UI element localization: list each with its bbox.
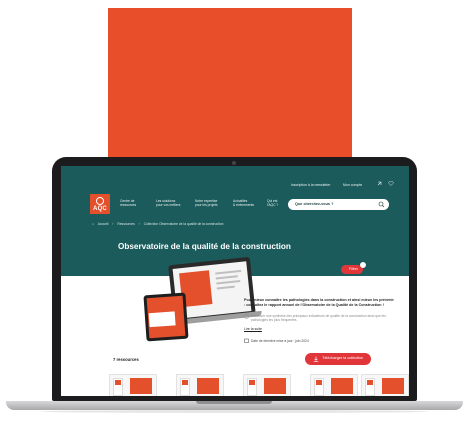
newsletter-link[interactable]: Inscription à la newsletter: [291, 183, 331, 187]
resource-card[interactable]: [176, 374, 224, 396]
breadcrumb-separator: ›: [138, 222, 140, 226]
intro-text: Pour mieux connaître les pathologies dan…: [244, 298, 394, 307]
illustration-line: [215, 269, 242, 275]
nav-item-about[interactable]: Qui est l'AQC ?: [267, 199, 278, 207]
resource-cover: [247, 378, 257, 396]
resource-card[interactable]: [243, 374, 291, 396]
account-link[interactable]: Mon compte: [343, 183, 362, 187]
home-icon[interactable]: ⌂: [92, 222, 94, 226]
intro-detail: Découvrir une synthèse des principaux in…: [251, 314, 386, 323]
page-title: Observatoire de la qualité de la constru…: [118, 242, 291, 251]
breadcrumb-resources[interactable]: Ressources: [117, 222, 134, 226]
last-updated: Date de dernière mise à jour : juin 2024: [251, 339, 309, 343]
breadcrumb: ⌂ Accueil › Ressources › Collection Obse…: [92, 222, 226, 226]
resource-cover: [314, 378, 324, 396]
resource-cover: [365, 378, 375, 396]
laptop-notch: [196, 401, 272, 404]
calendar-icon: [244, 338, 249, 343]
logo-text: AQC: [93, 206, 107, 212]
download-icon: [313, 356, 319, 362]
tablet-white-block: [148, 311, 176, 328]
resource-card[interactable]: [109, 374, 157, 396]
search-icon[interactable]: [378, 201, 385, 208]
laptop-base: [0, 401, 469, 414]
nav-item-news[interactable]: Actualités & événements: [233, 199, 254, 207]
resource-preview: [130, 378, 152, 394]
breadcrumb-current: Collection Observatoire de la qualité de…: [143, 222, 224, 226]
resource-cover: [113, 378, 123, 396]
laptop-screen: Inscription à la newsletter Mon compte A…: [61, 166, 409, 396]
breadcrumb-separator: ›: [112, 222, 114, 226]
external-link-icon[interactable]: [377, 181, 383, 186]
resource-card[interactable]: [310, 374, 358, 396]
illustration-line: [216, 285, 235, 290]
illustration-line: [216, 280, 241, 285]
filter-badge: [360, 262, 366, 268]
resource-preview: [331, 378, 353, 394]
search-placeholder: Que cherchez-vous ?: [295, 202, 334, 206]
download-label: Télécharger la collection: [322, 356, 364, 360]
breadcrumb-home[interactable]: Accueil: [98, 222, 109, 226]
aqc-logo[interactable]: AQC: [90, 194, 110, 214]
search-input[interactable]: Que cherchez-vous ?: [288, 199, 389, 210]
heart-icon[interactable]: [388, 181, 394, 186]
filter-label: Filtrer: [349, 267, 358, 271]
resource-cover: [180, 378, 190, 396]
download-collection-button[interactable]: Télécharger la collection: [305, 353, 371, 365]
read-more-link[interactable]: Lire la suite: [244, 327, 262, 331]
resource-preview: [382, 378, 404, 394]
resource-preview: [197, 378, 219, 394]
resource-preview: [264, 378, 286, 394]
nav-item-expertise[interactable]: Notre expertise pour les projets: [195, 199, 218, 207]
nav-item-solutions[interactable]: Les solutions pour vos métiers: [156, 199, 180, 207]
webcam: [232, 161, 236, 165]
illustration-line: [215, 275, 238, 280]
nav-item-resources[interactable]: Centre de ressources: [120, 199, 136, 207]
resources-count: 7 ressources: [113, 357, 139, 362]
resource-card[interactable]: [361, 374, 409, 396]
logo-mark: [96, 197, 104, 205]
info-icon: [244, 314, 249, 319]
report-tablet-illustration: [143, 292, 189, 342]
laptop-shadow: [40, 410, 429, 413]
